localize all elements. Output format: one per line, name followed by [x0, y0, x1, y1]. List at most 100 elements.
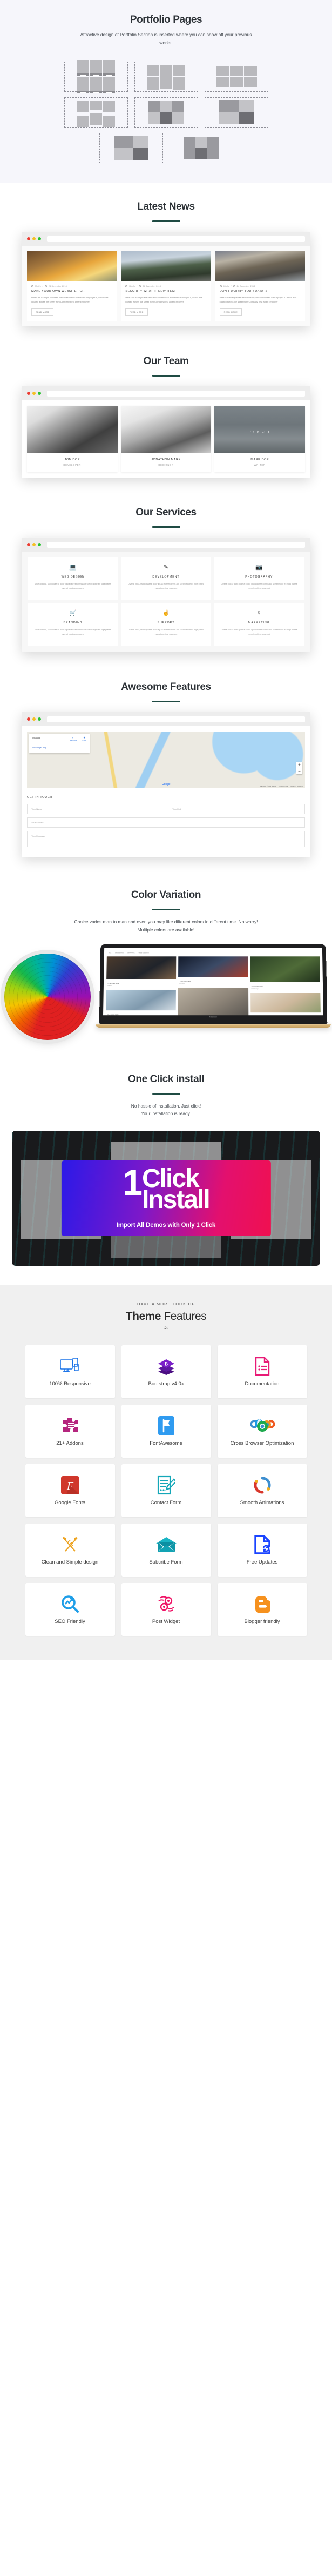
feature-card-post-widget[interactable]: Post Widget — [121, 1583, 211, 1636]
blog-post-title[interactable]: MAKE YOUR OWN WEBSITE FOR — [27, 287, 117, 293]
subject-field[interactable]: Your Subject — [27, 817, 305, 828]
address-bar[interactable] — [47, 236, 305, 242]
window-minimize-dot[interactable] — [32, 392, 36, 395]
address-bar[interactable] — [47, 716, 305, 722]
window-close-dot[interactable] — [27, 237, 30, 241]
service-card[interactable]: 🛒 BRANDING Uiverat litora, taciti quaera… — [28, 603, 118, 646]
blog-post-image — [121, 251, 211, 282]
one-click-banner[interactable]: 1 Click Install Import All Demos with On… — [12, 1131, 320, 1266]
name-field[interactable]: Your Name — [27, 804, 164, 815]
feature-label: Free Updates — [246, 1559, 278, 1566]
filter-webdesign[interactable]: WEB DESIGN — [139, 951, 149, 954]
blog-post-excerpt: Here's an example Maureen Nelson,Maureen… — [31, 296, 109, 304]
map-zoom-controls[interactable]: + − — [296, 762, 302, 775]
map-directions-button[interactable]: ➚ Directions — [69, 736, 77, 742]
portfolio-layout-thumb-6[interactable] — [204, 97, 268, 128]
feature-label: Blogger friendly — [244, 1619, 280, 1625]
blog-post-card[interactable]: Minifo / 24 December 2018 SECURITY WHAT … — [121, 251, 211, 321]
filter-all[interactable]: ALL — [109, 951, 111, 954]
feature-card-subscribe-form[interactable]: Subcribe Form — [121, 1524, 211, 1577]
read-more-button[interactable]: READ MORE — [31, 308, 54, 316]
feature-card-documentation[interactable]: Documentation — [217, 1345, 307, 1399]
service-name: DEVELOPMENT — [152, 575, 180, 579]
twitter-icon[interactable]: t — [253, 431, 254, 434]
feature-card-fontawesome[interactable]: FontAwesome — [121, 1405, 211, 1458]
filter-graphic[interactable]: GRAPHIC — [127, 951, 135, 954]
google-map[interactable]: Uganda ➚ Directions ★ Save View larger m… — [27, 732, 305, 789]
blog-post-card[interactable]: Minifo / 24 December 2018 DON'T WORRY YO… — [215, 251, 305, 321]
window-close-dot[interactable] — [27, 392, 30, 395]
window-maximize-dot[interactable] — [38, 392, 41, 395]
feature-card-contact-form[interactable]: Contact Form — [121, 1464, 211, 1518]
view-larger-map-link[interactable]: View larger map — [32, 747, 86, 749]
read-more-button[interactable]: READ MORE — [125, 308, 148, 316]
feature-label: SEO Friendly — [55, 1619, 85, 1625]
tile-title: TITLE GOES HERE — [251, 985, 263, 988]
team-title: Our Team — [143, 355, 189, 367]
address-bar[interactable] — [47, 541, 305, 548]
feature-card-seo-friendly[interactable]: SEO Friendly — [25, 1583, 115, 1636]
service-text: Uiverat litora, taciti quaerat dolor lig… — [128, 629, 204, 636]
portfolio-layout-thumb-1[interactable] — [64, 60, 128, 94]
portfolio-layout-thumb-4[interactable] — [64, 97, 128, 128]
service-card[interactable]: 📷 PHOTOGRAPHY Uiverat litora, taciti qua… — [214, 557, 304, 600]
read-more-button[interactable]: READ MORE — [219, 308, 242, 316]
linkedin-icon[interactable]: in — [257, 431, 259, 434]
browser-toolbar — [22, 232, 310, 246]
service-card[interactable]: 💻 WEB DESIGN Uiverat litora, taciti quae… — [28, 557, 118, 600]
feature-card-blogger-friendly[interactable]: Blogger friendly — [217, 1583, 307, 1636]
service-name: MARKETING — [248, 621, 270, 625]
blog-post-card[interactable]: Minifo / 24 December 2018 MAKE YOUR OWN … — [27, 251, 117, 321]
service-card[interactable]: ☿ MARKETING Uiverat litora, taciti quaer… — [214, 603, 304, 646]
message-field[interactable]: Your Message — [27, 831, 305, 848]
pinterest-icon[interactable]: p — [268, 431, 270, 434]
zoom-out-button[interactable]: − — [296, 768, 302, 774]
team-member-card[interactable]: JON DOE DEVELOPER — [27, 406, 118, 473]
map-report-link[interactable]: Report a map error — [290, 785, 303, 787]
tile-cat: Graphic — [107, 984, 112, 987]
blog-post-title[interactable]: DON'T WORRY YOUR DATA IS — [215, 287, 305, 293]
service-card[interactable]: ✎ DEVELOPMENT Uiverat litora, taciti qua… — [121, 557, 211, 600]
filter-branding[interactable]: BRANDING — [115, 951, 124, 954]
team-member-card[interactable]: f t in G+ p MARK DOE WRITER — [214, 406, 306, 473]
service-text: Uiverat litora, taciti quaerat dolor lig… — [221, 583, 297, 590]
one-click-number: 1 — [123, 1162, 143, 1202]
latest-news-browser-mock: Minifo / 24 December 2018 MAKE YOUR OWN … — [0, 232, 332, 327]
google-plus-icon[interactable]: G+ — [262, 431, 266, 434]
service-card[interactable]: ☝ SUPPORT Uiverat litora, taciti quaerat… — [121, 603, 211, 646]
feature-card-clean-design[interactable]: Clean and Simple design — [25, 1524, 115, 1577]
team-member-card[interactable]: JONATHON MARK DESIGNER — [120, 406, 212, 473]
blog-post-title[interactable]: SECURITY WHAT IF NEW ITEM — [121, 287, 211, 293]
portfolio-layout-thumb-7[interactable] — [99, 133, 163, 164]
feature-card-bootstrap[interactable]: B Bootstrap v4.0x — [121, 1345, 211, 1399]
address-bar[interactable] — [47, 390, 305, 397]
window-maximize-dot[interactable] — [38, 717, 41, 721]
envelope-icon — [155, 1534, 177, 1555]
zoom-in-button[interactable]: + — [296, 762, 302, 768]
window-minimize-dot[interactable] — [32, 717, 36, 721]
feature-card-cross-browser[interactable]: Cross Browser Optimization — [217, 1405, 307, 1458]
feature-card-smooth-animations[interactable]: Smooth Animations — [217, 1464, 307, 1518]
window-close-dot[interactable] — [27, 543, 30, 547]
email-field[interactable]: Your Mail — [168, 804, 305, 815]
portfolio-layout-thumb-2[interactable] — [134, 62, 198, 92]
feature-card-responsive[interactable]: 100% Responsive — [25, 1345, 115, 1399]
feature-label: Smooth Animations — [240, 1500, 284, 1506]
team-member-name: JON DOE — [64, 458, 80, 462]
team-member-role: WRITER — [254, 464, 266, 467]
feature-card-google-fonts[interactable]: F Google Fonts — [25, 1464, 115, 1518]
window-close-dot[interactable] — [27, 717, 30, 721]
window-minimize-dot[interactable] — [32, 543, 36, 547]
feature-card-free-updates[interactable]: Free Updates — [217, 1524, 307, 1577]
portfolio-layout-thumb-3[interactable] — [204, 62, 268, 92]
window-maximize-dot[interactable] — [38, 237, 41, 241]
section-divider — [152, 701, 180, 703]
feature-card-addons[interactable]: 21+ Addons — [25, 1405, 115, 1458]
fontawesome-flag-icon — [158, 1415, 174, 1437]
portfolio-layout-thumb-8[interactable] — [169, 133, 233, 164]
map-terms-link[interactable]: Terms of Use — [279, 785, 288, 787]
map-save-button[interactable]: ★ Save — [82, 736, 86, 742]
window-minimize-dot[interactable] — [32, 237, 36, 241]
portfolio-layout-thumb-5[interactable] — [134, 97, 198, 128]
window-maximize-dot[interactable] — [38, 543, 41, 547]
